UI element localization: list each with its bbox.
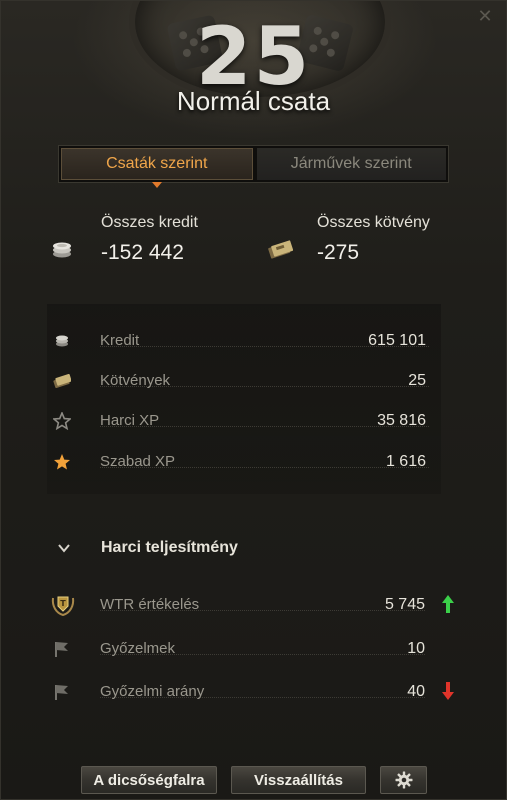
list-item: Győzelmi arány 40 (51, 680, 455, 704)
resource-value: 25 (408, 372, 426, 389)
performance-label: Győzelmek (100, 640, 176, 657)
star-outline-icon (53, 412, 71, 430)
performance-label: WTR értékelés (100, 596, 200, 613)
total-bonds-value: -275 (317, 241, 360, 264)
total-credits-value: -152 442 (101, 241, 184, 264)
gear-icon (395, 771, 412, 789)
svg-text:T: T (60, 599, 66, 608)
bonds-icon (53, 373, 71, 389)
hall-of-fame-button[interactable]: A dicsőségfalra (81, 766, 217, 794)
resource-label: Harci XP (100, 412, 160, 429)
flag-icon (55, 685, 68, 700)
resource-value: 615 101 (368, 332, 426, 349)
reset-button[interactable]: Visszaállítás (231, 766, 366, 794)
performance-value: 40 (407, 683, 425, 700)
resource-label: Kötvények (100, 372, 171, 389)
list-item: Szabad XP 1 616 (51, 450, 429, 474)
credits-icon (56, 335, 68, 347)
performance-label: Győzelmi arány (100, 683, 205, 700)
list-item: T WTR értékelés 5 745 (51, 593, 455, 617)
trend-down-icon (442, 682, 454, 700)
page-title: Normál csata (176, 86, 331, 116)
performance-value: 5 745 (384, 596, 425, 613)
resource-value: 1 616 (385, 453, 426, 470)
wtr-rating-icon: T (51, 596, 75, 617)
total-bonds-label: Összes kötvény (317, 214, 430, 231)
trend-up-icon (442, 595, 454, 613)
chevron-down-icon (58, 544, 70, 553)
list-item: Kötvények 25 (51, 369, 429, 393)
flag-icon (55, 642, 68, 657)
star-gold-icon (54, 454, 70, 470)
section-title: Harci teljesítmény (101, 539, 238, 556)
list-item: Harci XP 35 816 (51, 409, 429, 433)
tab-bar: Csaták szerint Járművek szerint (58, 145, 449, 188)
tab-by-vehicles[interactable]: Járművek szerint (256, 148, 446, 180)
settings-button[interactable] (380, 766, 427, 794)
resource-value: 35 816 (377, 412, 426, 429)
list-item: Kredit 615 101 (51, 329, 429, 353)
tab-by-battles[interactable]: Csaták szerint (61, 148, 253, 188)
total-credits-label: Összes kredit (101, 214, 198, 231)
credits-icon (53, 242, 71, 258)
resource-label: Kredit (100, 332, 140, 349)
bonds-icon (268, 240, 293, 259)
performance-value: 10 (407, 640, 425, 657)
list-item: Győzelmek 10 (51, 637, 455, 661)
battle-stats-window: ✕ 25 Normál csata Csaták szerint Járműve… (0, 0, 507, 800)
resource-label: Szabad XP (100, 453, 176, 470)
